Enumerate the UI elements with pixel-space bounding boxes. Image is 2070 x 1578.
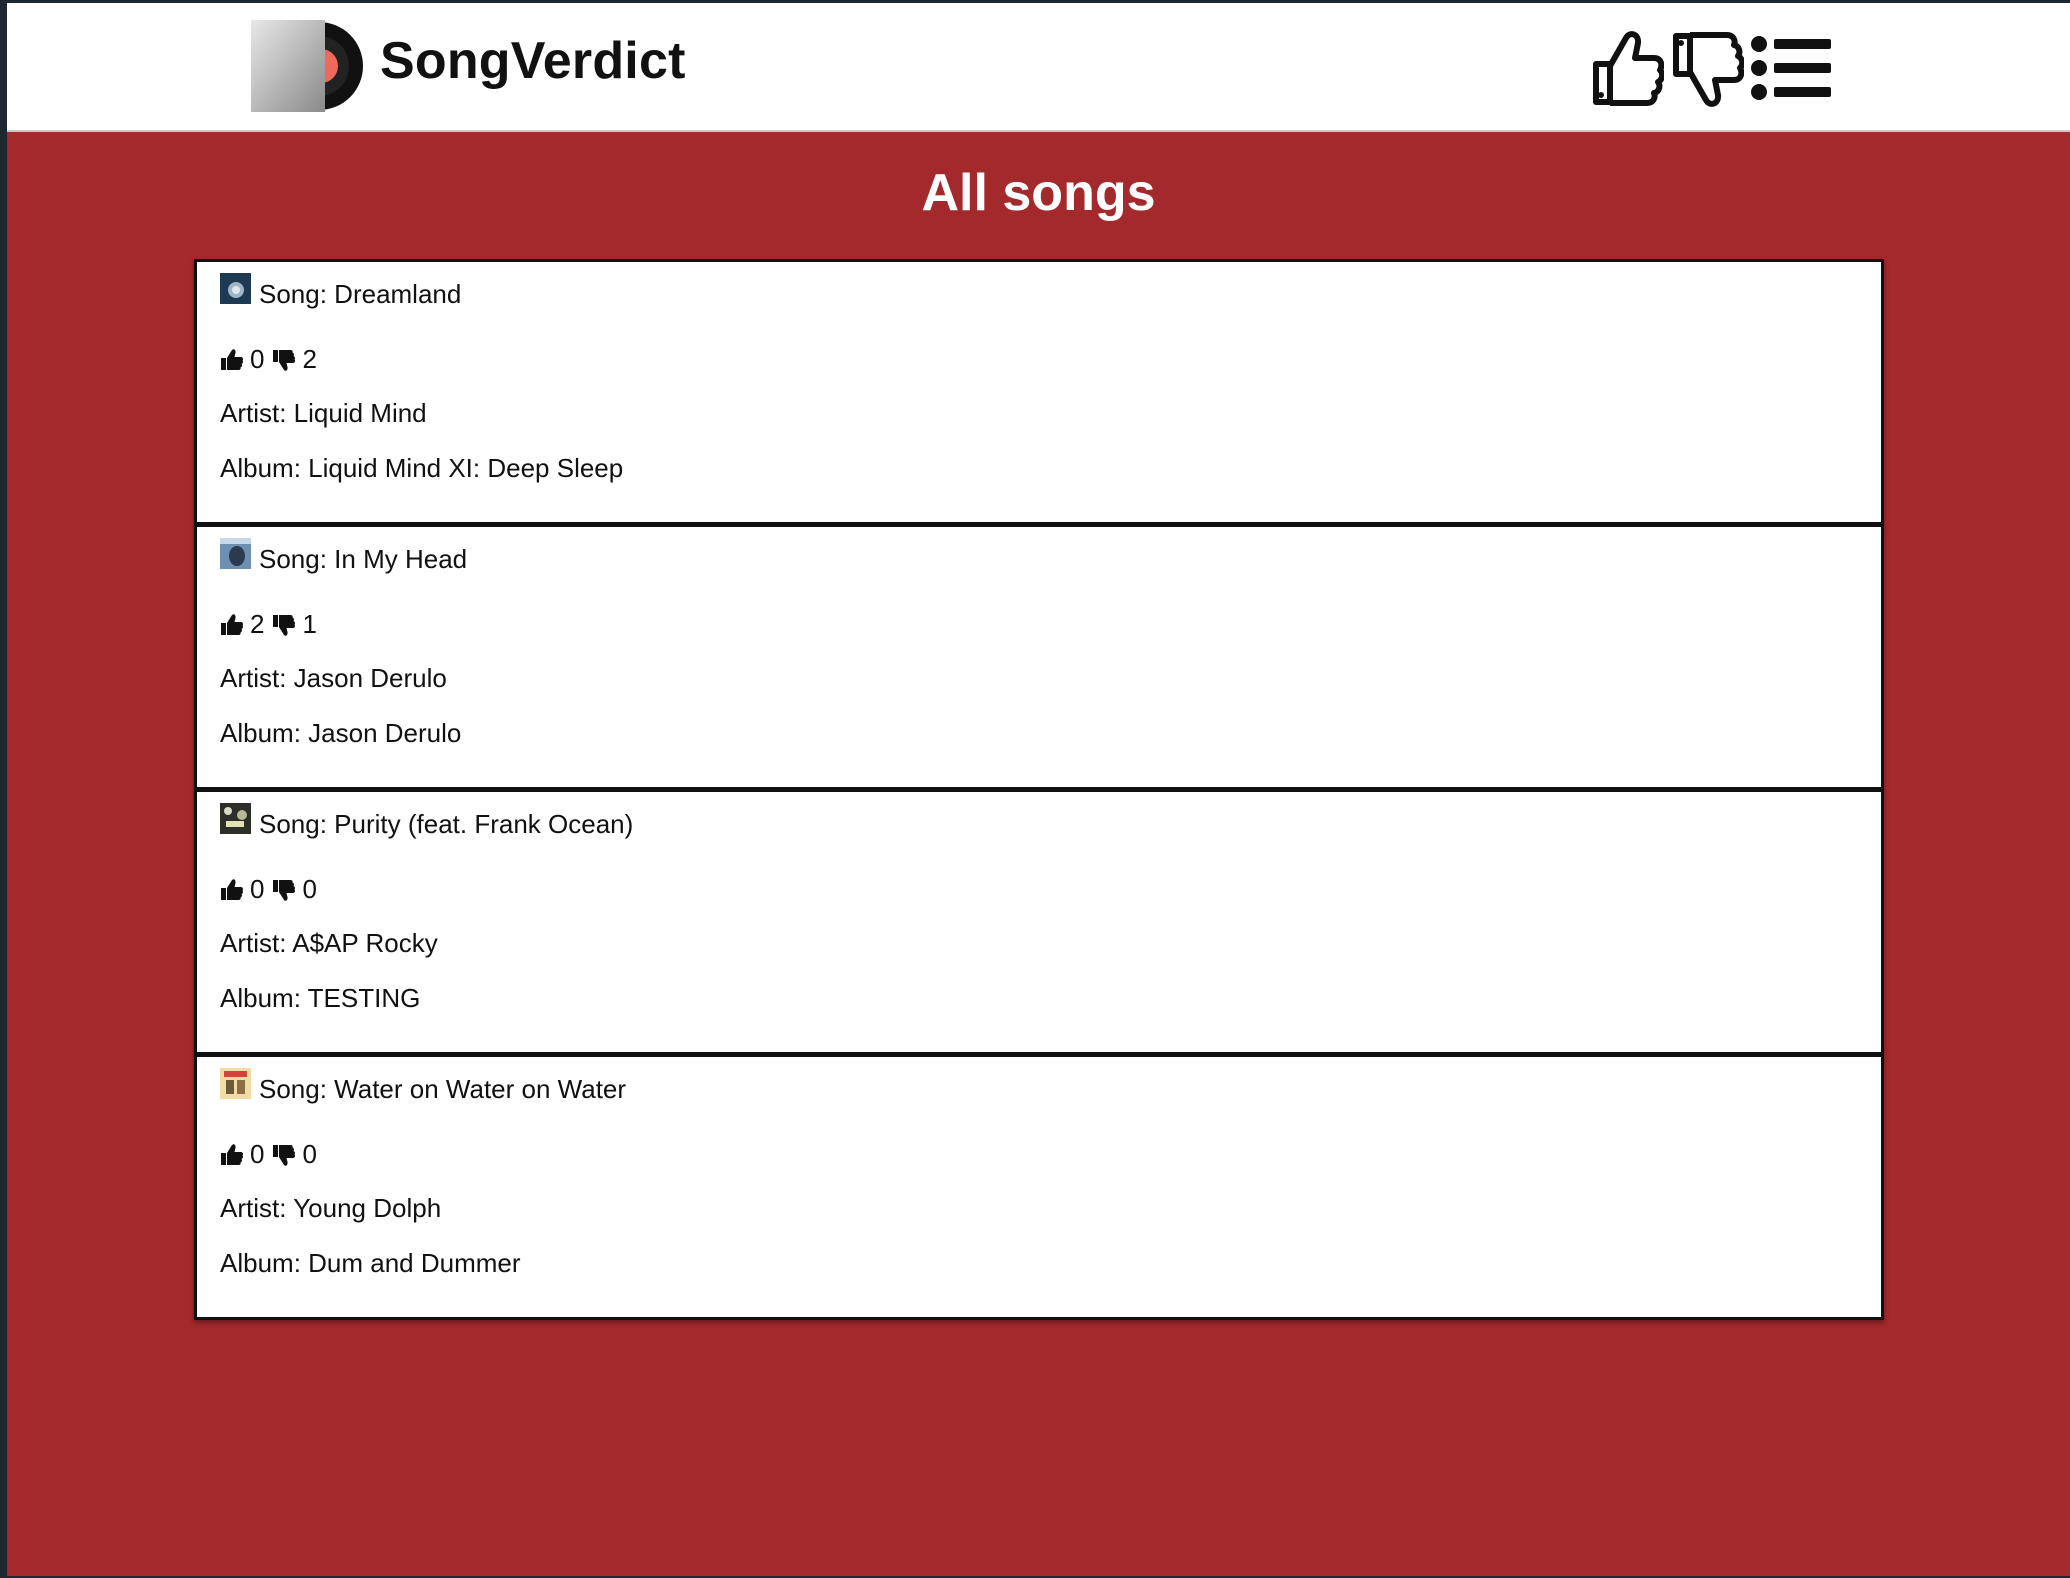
all-songs-button[interactable] — [1750, 35, 1832, 101]
artist-line: Artist: A$AP Rocky — [220, 928, 438, 958]
vote-row: 0 0 — [220, 874, 325, 905]
like-count: 0 — [250, 344, 265, 374]
thumbs-down-icon[interactable] — [272, 613, 296, 637]
album-art-thumbnail — [220, 538, 251, 569]
header-nav — [1590, 25, 1832, 111]
thumbs-up-icon — [1593, 31, 1664, 106]
dislike-count: 0 — [302, 874, 317, 904]
artist-line: Artist: Young Dolph — [220, 1193, 442, 1223]
thumbs-down-icon[interactable] — [272, 878, 296, 902]
thumbs-up-icon[interactable] — [220, 613, 244, 637]
liked-songs-button[interactable] — [1590, 28, 1664, 108]
song-list: Song: Dreamland 0 2 Artist: Liquid Mind … — [194, 259, 1884, 1320]
song-card[interactable]: Song: In My Head 2 1 Artist: Jason Derul… — [194, 524, 1884, 790]
like-count: 2 — [250, 609, 265, 639]
thumbs-down-icon[interactable] — [272, 348, 296, 372]
dislike-count: 0 — [302, 1139, 317, 1169]
album-art-thumbnail — [220, 273, 251, 304]
dislike-count: 2 — [302, 344, 317, 374]
site-header: SongVerdict — [7, 3, 2070, 132]
artist-line: Artist: Liquid Mind — [220, 398, 427, 428]
record-sleeve-logo[interactable] — [251, 19, 368, 114]
page-title: All songs — [921, 164, 1156, 222]
brand-title[interactable]: SongVerdict — [380, 31, 686, 91]
like-count: 0 — [250, 1139, 265, 1169]
song-card[interactable]: Song: Water on Water on Water 0 0 Artist… — [194, 1054, 1884, 1320]
thumbs-down-icon — [1673, 32, 1744, 107]
album-line: Album: Liquid Mind XI: Deep Sleep — [220, 453, 624, 483]
thumbs-down-icon[interactable] — [272, 1143, 296, 1167]
vote-row: 2 1 — [220, 609, 325, 640]
song-title-row: Song: Dreamland — [220, 273, 462, 310]
album-art-thumbnail — [220, 803, 251, 834]
song-card[interactable]: Song: Dreamland 0 2 Artist: Liquid Mind … — [194, 259, 1884, 525]
thumbs-up-icon[interactable] — [220, 348, 244, 372]
app-frame: SongVerdict All songs Song: Dreamland 0 … — [7, 3, 2070, 1576]
song-title-row: Song: In My Head — [220, 538, 468, 575]
song-name: Song: Water on Water on Water — [259, 1074, 627, 1104]
thumbs-up-icon[interactable] — [220, 1143, 244, 1167]
song-card[interactable]: Song: Purity (feat. Frank Ocean) 0 0 Art… — [194, 789, 1884, 1055]
album-line: Album: Jason Derulo — [220, 718, 462, 748]
song-title-row: Song: Water on Water on Water — [220, 1068, 627, 1105]
vote-row: 0 2 — [220, 344, 325, 375]
like-count: 0 — [250, 874, 265, 904]
album-line: Album: TESTING — [220, 983, 421, 1013]
song-title-row: Song: Purity (feat. Frank Ocean) — [220, 803, 634, 840]
dislike-count: 1 — [302, 609, 317, 639]
song-name: Song: Purity (feat. Frank Ocean) — [259, 809, 634, 839]
song-name: Song: Dreamland — [259, 279, 462, 309]
album-art-thumbnail — [220, 1068, 251, 1099]
list-icon — [1751, 36, 1831, 100]
album-line: Album: Dum and Dummer — [220, 1248, 521, 1278]
disliked-songs-button[interactable] — [1670, 26, 1744, 110]
thumbs-up-icon[interactable] — [220, 878, 244, 902]
artist-line: Artist: Jason Derulo — [220, 663, 447, 693]
vote-row: 0 0 — [220, 1139, 325, 1170]
song-name: Song: In My Head — [259, 544, 468, 574]
